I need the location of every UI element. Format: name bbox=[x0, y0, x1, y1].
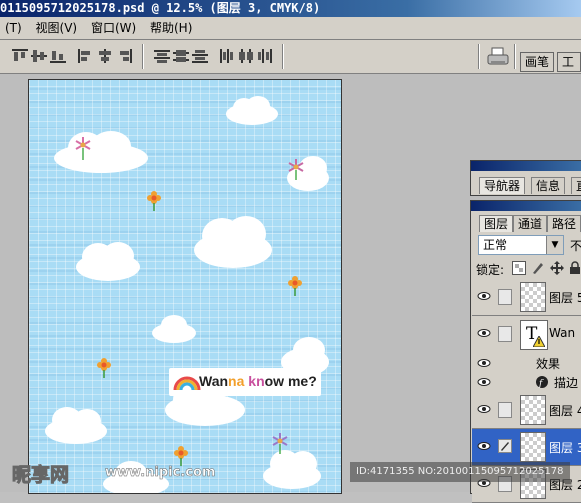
toolbar-separator bbox=[478, 44, 479, 69]
lock-row: 锁定: bbox=[472, 259, 581, 279]
link-icon bbox=[498, 402, 512, 418]
flower-icon bbox=[97, 358, 111, 378]
link-icon bbox=[498, 326, 512, 342]
cloud-shape bbox=[152, 315, 196, 343]
menu-bar: (T) 视图(V) 窗口(W) 帮助(H) bbox=[0, 17, 581, 40]
distribute-vcenter-icon[interactable] bbox=[173, 49, 189, 63]
layer-name: 图层 3 bbox=[549, 441, 581, 455]
printer-icon[interactable] bbox=[486, 46, 510, 68]
menu-item-window[interactable]: 窗口(W) bbox=[86, 17, 141, 39]
layer-name: Wan bbox=[549, 326, 576, 340]
eye-icon[interactable] bbox=[477, 326, 491, 340]
tab-info[interactable]: 信息 bbox=[531, 177, 566, 194]
align-top-icon[interactable] bbox=[12, 49, 28, 63]
toolbar-separator bbox=[514, 44, 515, 69]
menu-item-type[interactable]: (T) bbox=[0, 17, 27, 39]
cloud-shape bbox=[45, 407, 107, 444]
lock-label: 锁定: bbox=[476, 263, 505, 277]
text-part: Wan bbox=[199, 373, 229, 389]
tab-navigator[interactable]: 导航器 bbox=[479, 177, 526, 194]
align-left-icon[interactable] bbox=[78, 49, 94, 63]
text-layer-thumbnail: T bbox=[520, 320, 548, 350]
watermark-id: ID:4171355 NO:20100115095712025178 bbox=[350, 462, 570, 482]
blend-mode-select[interactable]: 正常 ▼ bbox=[478, 235, 564, 255]
flower-icon bbox=[272, 433, 288, 454]
layer-name: 图层 4 bbox=[549, 404, 581, 418]
flower-icon bbox=[174, 446, 188, 466]
window-title: 0115095712025178.psd @ 12.5% (图层 3, CMYK… bbox=[0, 1, 321, 15]
opacity-label: 不 bbox=[570, 239, 581, 253]
eye-icon[interactable] bbox=[477, 375, 491, 389]
layer-effects-row[interactable]: 效果 bbox=[472, 354, 581, 372]
menu-item-help[interactable]: 帮助(H) bbox=[145, 17, 197, 39]
text-layer-banner[interactable]: Wanna know me? bbox=[169, 368, 321, 396]
align-bottom-icon[interactable] bbox=[50, 49, 66, 63]
lock-brush-icon[interactable] bbox=[531, 261, 545, 275]
title-bar: 0115095712025178.psd @ 12.5% (图层 3, CMYK… bbox=[0, 0, 581, 17]
eye-icon[interactable] bbox=[477, 439, 491, 453]
layer-thumbnail bbox=[520, 432, 546, 462]
chevron-down-icon: ▼ bbox=[546, 236, 563, 254]
flower-icon bbox=[288, 276, 302, 296]
layer-effect-stroke-row[interactable]: f 描边 bbox=[472, 372, 581, 393]
layer-row[interactable]: 图层 5 bbox=[472, 279, 581, 316]
watermark-url: www.nipic.com bbox=[105, 465, 216, 481]
layer-row[interactable]: T Wan bbox=[472, 316, 581, 355]
eye-icon[interactable] bbox=[477, 356, 491, 370]
blend-mode-value: 正常 bbox=[483, 238, 508, 252]
layer-thumbnail bbox=[520, 395, 546, 425]
stroke-effect-label: 描边 bbox=[554, 376, 579, 390]
text-part-pink: kn bbox=[248, 373, 265, 389]
align-vcenter-icon[interactable] bbox=[31, 49, 47, 63]
navigator-panel: 导航器 信息 直 bbox=[470, 160, 581, 196]
text-part-orange: na bbox=[228, 373, 249, 389]
layer-thumbnail bbox=[520, 282, 546, 312]
watermark-logo: 昵享网 bbox=[11, 464, 70, 487]
lock-transparent-icon[interactable] bbox=[512, 261, 526, 275]
lock-all-icon[interactable] bbox=[569, 261, 581, 275]
options-bar: 画笔 工具 bbox=[0, 40, 581, 87]
eye-icon[interactable] bbox=[477, 289, 491, 303]
text-part: ow me? bbox=[264, 373, 317, 389]
distribute-top-icon[interactable] bbox=[154, 49, 170, 63]
rainbow-icon bbox=[173, 376, 201, 391]
toolbar-separator bbox=[142, 44, 143, 69]
flower-icon bbox=[147, 191, 161, 211]
layer-row-selected[interactable]: 图层 3 bbox=[472, 429, 581, 466]
align-right-icon[interactable] bbox=[116, 49, 132, 63]
panel-title-bar[interactable] bbox=[471, 201, 581, 211]
distribute-hcenter-icon[interactable] bbox=[238, 49, 254, 63]
tab-paths[interactable]: 路径 bbox=[547, 215, 581, 232]
lock-move-icon[interactable] bbox=[550, 261, 564, 275]
tab-layers[interactable]: 图层 bbox=[479, 215, 514, 232]
brush-icon bbox=[498, 439, 512, 453]
panel-title-bar[interactable] bbox=[471, 161, 581, 171]
eye-icon[interactable] bbox=[477, 402, 491, 416]
palette-well-tab-tools[interactable]: 工具 bbox=[557, 52, 581, 87]
link-icon bbox=[498, 289, 512, 305]
cloud-shape bbox=[76, 242, 140, 281]
effects-label: 效果 bbox=[536, 357, 561, 371]
warning-icon bbox=[533, 336, 545, 347]
flower-icon bbox=[288, 159, 304, 180]
menu-item-view[interactable]: 视图(V) bbox=[31, 17, 83, 39]
flower-icon bbox=[75, 137, 91, 160]
tab-channels[interactable]: 通道 bbox=[513, 215, 548, 232]
fx-icon: f bbox=[536, 376, 548, 389]
layer-row[interactable]: 图层 4 bbox=[472, 392, 581, 429]
cloud-shape bbox=[226, 96, 278, 125]
toolbar-separator bbox=[282, 44, 283, 69]
cloud-shape bbox=[194, 216, 272, 268]
palette-well-tab-brushes[interactable]: 画笔 bbox=[520, 52, 555, 72]
layer-name: 图层 5 bbox=[549, 291, 581, 305]
distribute-right-icon[interactable] bbox=[257, 49, 273, 63]
distribute-left-icon[interactable] bbox=[219, 49, 235, 63]
distribute-bottom-icon[interactable] bbox=[192, 49, 208, 63]
text-layer-content: Wanna know me? bbox=[199, 373, 317, 389]
cloud-shape bbox=[54, 131, 148, 173]
tab-histogram[interactable]: 直 bbox=[571, 177, 581, 194]
document-canvas[interactable]: Wanna know me? bbox=[28, 79, 342, 494]
align-hcenter-icon[interactable] bbox=[97, 49, 113, 63]
